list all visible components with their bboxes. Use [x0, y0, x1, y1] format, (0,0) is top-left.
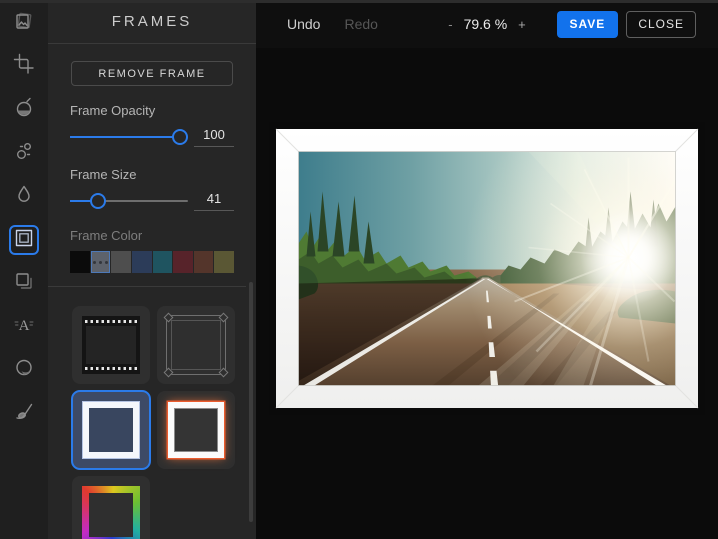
rainbow-frame-preview: [82, 486, 140, 539]
zoom-in-button[interactable]: +: [518, 17, 526, 32]
layers-tool-button[interactable]: [9, 268, 39, 298]
zoom-level[interactable]: 79.6 %: [464, 16, 508, 32]
frame-style-white-glow[interactable]: [157, 391, 235, 469]
frame-opacity-knob[interactable]: [171, 129, 188, 145]
color-swatch-2[interactable]: [111, 251, 131, 273]
frame-opacity-value[interactable]: 100: [194, 127, 234, 147]
layers-icon: [13, 270, 35, 297]
white-glow-frame-preview: [168, 402, 224, 458]
ornate-frame-preview: [163, 312, 229, 378]
color-swatch-5[interactable]: [173, 251, 193, 273]
panel-divider: [48, 286, 246, 287]
crop-icon: [13, 53, 35, 80]
frame-size-label: Frame Size: [70, 167, 137, 182]
slider-track[interactable]: [70, 200, 188, 202]
slider-track[interactable]: [70, 136, 188, 138]
frame-size-slider[interactable]: [70, 188, 188, 214]
frame-style-list: [71, 306, 236, 539]
save-button[interactable]: SAVE: [556, 10, 619, 38]
color-swatch-7[interactable]: [214, 251, 234, 273]
frames-icon: [13, 227, 35, 254]
color-swatch-1[interactable]: [90, 251, 111, 273]
crop-tool-button[interactable]: [9, 51, 39, 81]
frame-opacity-slider[interactable]: [70, 124, 188, 150]
redo-button[interactable]: Redo: [344, 16, 377, 32]
color-swatch-3[interactable]: [131, 251, 152, 273]
panel-title: FRAMES: [111, 13, 193, 30]
filter-tool-button[interactable]: [9, 181, 39, 211]
color-swatch-6[interactable]: [193, 251, 214, 273]
frames-panel: FRAMES REMOVE FRAME Frame Opacity 100 Fr…: [48, 0, 256, 539]
color-swatch-0[interactable]: [70, 251, 90, 273]
frame-style-ornate[interactable]: [157, 306, 235, 384]
svg-text:A: A: [19, 318, 30, 334]
liquify-icon: [13, 96, 35, 123]
top-bar: Undo Redo - 79.6 % + SAVE CLOSE: [256, 0, 718, 48]
sticker-tool-button[interactable]: [9, 355, 39, 385]
window-top-edge: [0, 0, 718, 3]
panel-header: FRAMES: [48, 0, 256, 44]
film-strip-frame-preview: [82, 316, 140, 374]
photo-icon: [13, 10, 35, 37]
framed-photo[interactable]: [269, 122, 705, 415]
tool-sidebar: A: [0, 0, 48, 539]
frame-style-classic-white[interactable]: [71, 390, 151, 470]
text-tool-button[interactable]: A: [9, 312, 39, 342]
zoom-out-button[interactable]: -: [448, 17, 452, 32]
classic-white-frame-preview: [83, 402, 139, 458]
frame-style-rainbow[interactable]: [72, 476, 150, 539]
close-button[interactable]: CLOSE: [626, 10, 696, 38]
road-photo-with-white-frame: [269, 122, 705, 415]
frame-opacity-label: Frame Opacity: [70, 103, 156, 118]
frame-size-value[interactable]: 41: [194, 191, 234, 211]
zoom-controls: - 79.6 % +: [448, 16, 526, 32]
liquify-tool-button[interactable]: [9, 94, 39, 124]
text-icon: A: [13, 314, 35, 341]
photo-tool-button[interactable]: [9, 8, 39, 38]
panel-scrollbar[interactable]: [249, 282, 253, 522]
draw-tool-button[interactable]: [9, 398, 39, 428]
sticker-icon: [13, 357, 35, 384]
photo-editor-window: A FRAMES REMOVE FRAME Frame Opacity 100 …: [0, 0, 718, 539]
frame-opacity-fill: [70, 136, 180, 138]
filter-drop-icon: [13, 183, 35, 210]
frame-style-film-strip[interactable]: [72, 306, 150, 384]
custom-color-dots: [91, 251, 111, 273]
frames-tool-button[interactable]: [9, 225, 39, 255]
adjust-tool-button[interactable]: [9, 138, 39, 168]
undo-button[interactable]: Undo: [287, 16, 320, 32]
frame-color-swatches: [70, 251, 234, 273]
color-swatch-4[interactable]: [152, 251, 173, 273]
adjust-icon: [13, 140, 35, 167]
frame-color-label: Frame Color: [70, 228, 143, 243]
draw-icon: [13, 400, 35, 427]
editor-canvas[interactable]: [256, 48, 718, 539]
remove-frame-button[interactable]: REMOVE FRAME: [71, 61, 233, 86]
frame-size-knob[interactable]: [90, 193, 107, 209]
